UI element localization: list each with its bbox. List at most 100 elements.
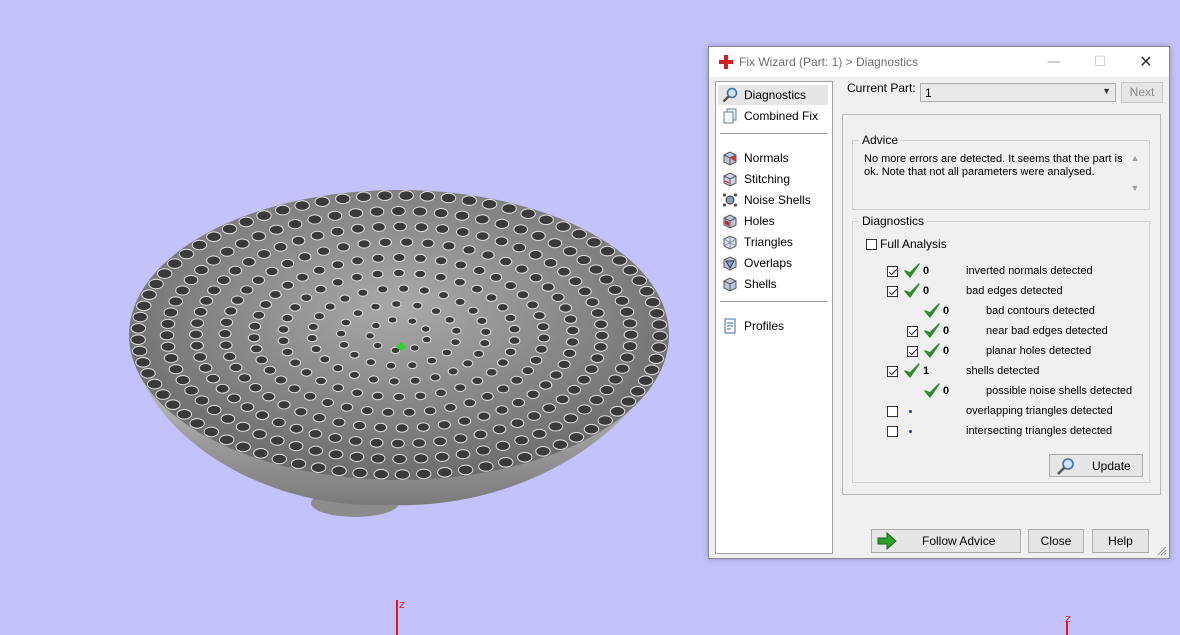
diagnostic-row: intersecting triangles detected	[853, 423, 1143, 441]
sidebar-item-stitching[interactable]: Stitching	[718, 169, 828, 189]
sidebar-item-holes[interactable]: Holes	[718, 211, 828, 231]
window-title: Fix Wizard (Part: 1) > Diagnostics	[739, 55, 919, 69]
check-icon	[924, 343, 940, 358]
diagnostic-count: 0	[943, 345, 950, 357]
cube-stitch-icon	[723, 172, 737, 187]
sidebar-item-normals[interactable]: Normals	[718, 148, 828, 168]
document-icon	[724, 318, 736, 334]
diagnostic-label: overlapping triangles detected	[966, 405, 1113, 417]
sidebar-item-diagnostics[interactable]: Diagnostics	[718, 85, 828, 105]
diagnostic-checkbox[interactable]	[887, 366, 898, 377]
diagnostic-row: 0 inverted normals detected	[853, 263, 1143, 281]
diagnostic-checkbox[interactable]	[907, 346, 918, 357]
diagnostic-checkbox[interactable]	[907, 326, 918, 337]
sidebar-item-label: Profiles	[744, 319, 785, 333]
diagnostic-count: 0	[943, 325, 950, 337]
check-icon	[924, 323, 940, 338]
diagnostic-row: 0 possible noise shells detected	[853, 383, 1143, 401]
follow-advice-label: Follow Advice	[922, 534, 996, 548]
diagnostic-row: overlapping triangles detected	[853, 403, 1143, 421]
diagnostics-group: Diagnostics Full Analysis 0 inverted norm…	[852, 214, 1150, 483]
diagnostic-count: 0	[923, 285, 930, 297]
part-model[interactable]	[120, 175, 680, 525]
magnifier-icon	[1057, 458, 1074, 475]
unknown-status-icon	[909, 410, 912, 413]
sidebar-item-label: Triangles	[744, 235, 793, 249]
full-analysis-label: Full Analysis	[880, 237, 947, 251]
diagnostic-label: shells detected	[966, 365, 1040, 377]
maximize-button[interactable]: ☐	[1077, 47, 1123, 77]
diagnostic-checkbox[interactable]	[887, 286, 898, 297]
title-bar[interactable]: Fix Wizard (Part: 1) > Diagnostics — ☐ ✕	[709, 47, 1169, 77]
sidebar-separator	[720, 301, 828, 302]
sidebar-item-label: Combined Fix	[744, 109, 819, 123]
current-part-select[interactable]: 1 ▼	[920, 83, 1116, 102]
diagnostic-count: 0	[943, 385, 950, 397]
cube-normals-icon	[723, 151, 737, 166]
check-icon	[924, 303, 940, 318]
help-button[interactable]: Help	[1092, 529, 1149, 553]
diagnostic-label: possible noise shells detected	[986, 385, 1133, 397]
diagnostic-row: 0 near bad edges detected	[853, 323, 1143, 341]
next-button[interactable]: Next	[1121, 82, 1163, 103]
diagnostic-label: intersecting triangles detected	[966, 425, 1113, 437]
cube-holes-icon	[723, 214, 737, 229]
sidebar-item-label: Overlaps	[744, 256, 793, 270]
z-axis-label: z	[399, 598, 405, 611]
pages-icon	[723, 108, 737, 124]
diagnostic-checkbox[interactable]	[887, 266, 898, 277]
diagnostic-checkbox[interactable]	[887, 426, 898, 437]
advice-scrollbar[interactable]: ▲ ▼	[1129, 153, 1141, 199]
sidebar-item-combined-fix[interactable]: Combined Fix	[718, 106, 828, 126]
fix-wizard-dialog: Fix Wizard (Part: 1) > Diagnostics — ☐ ✕…	[708, 46, 1170, 559]
diagnostics-panel: Advice No more errors are detected. It s…	[842, 114, 1161, 495]
follow-advice-button[interactable]: Follow Advice	[871, 529, 1021, 553]
minimize-button[interactable]: —	[1031, 47, 1077, 77]
sidebar-item-label: Stitching	[744, 172, 791, 186]
diagnostic-label: near bad edges detected	[986, 325, 1108, 337]
triangles-icon	[723, 235, 737, 250]
diagnostic-row: 0 planar holes detected	[853, 343, 1143, 361]
diagnostic-label: bad contours detected	[986, 305, 1095, 317]
advice-text: No more errors are detected. It seems th…	[864, 153, 1123, 178]
diagnostic-row: 0 bad contours detected	[853, 303, 1143, 321]
diagnostic-checkbox[interactable]	[887, 406, 898, 417]
z-axis-line	[396, 600, 398, 635]
sidebar-item-label: Diagnostics	[744, 88, 807, 102]
arrow-right-icon	[877, 532, 897, 550]
magnifier-icon	[722, 87, 738, 103]
sidebar-item-shells[interactable]: Shells	[718, 274, 828, 294]
diagnostic-count: 0	[943, 305, 950, 317]
current-part-label: Current Part:	[847, 81, 916, 95]
diagnostic-row: 1 shells detected	[853, 363, 1143, 381]
current-part-value: 1	[925, 86, 932, 100]
diagnostic-label: planar holes detected	[986, 345, 1092, 357]
z-axis-label-2: z	[1065, 612, 1071, 625]
diagnostic-label: bad edges detected	[966, 285, 1063, 297]
update-label: Update	[1092, 459, 1131, 473]
sidebar-item-noise-shells[interactable]: Noise Shells	[718, 190, 828, 210]
noise-shells-icon	[722, 193, 738, 207]
check-icon	[924, 383, 940, 398]
wizard-sidebar: Diagnostics Combined Fix Normals Stitchi…	[715, 81, 833, 554]
app-cross-icon	[719, 55, 733, 69]
full-analysis-checkbox[interactable]	[866, 239, 877, 250]
resize-grip-icon[interactable]	[1157, 546, 1167, 556]
update-button[interactable]: Update	[1049, 454, 1143, 477]
sidebar-item-label: Shells	[744, 277, 777, 291]
sidebar-item-label: Normals	[744, 151, 789, 165]
advice-title: Advice	[859, 133, 902, 147]
check-icon	[904, 363, 920, 378]
shells-icon	[723, 277, 737, 292]
close-button[interactable]: Close	[1028, 529, 1084, 553]
diagnostics-title: Diagnostics	[859, 214, 928, 228]
sidebar-item-profiles[interactable]: Profiles	[718, 316, 828, 336]
check-icon	[904, 263, 920, 278]
sidebar-item-label: Noise Shells	[744, 193, 811, 207]
sidebar-item-overlaps[interactable]: Overlaps	[718, 253, 828, 273]
close-window-button[interactable]: ✕	[1123, 47, 1169, 77]
diagnostic-count: 0	[923, 265, 930, 277]
sidebar-item-triangles[interactable]: Triangles	[718, 232, 828, 252]
sidebar-separator	[720, 133, 828, 134]
sidebar-item-label: Holes	[744, 214, 775, 228]
